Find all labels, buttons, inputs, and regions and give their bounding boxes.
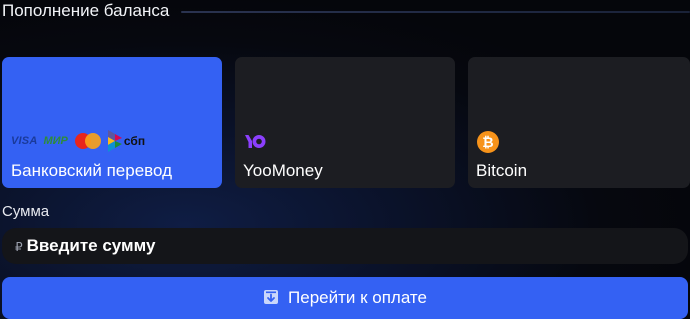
visa-logo: VISA <box>11 135 38 147</box>
payment-method-bitcoin[interactable]: ₿ Bitcoin <box>468 57 690 188</box>
sbp-logo: сбп <box>107 130 145 152</box>
yoomoney-icon <box>243 130 267 154</box>
payment-method-label: Bitcoin <box>476 161 528 180</box>
download-icon <box>264 290 279 304</box>
payment-method-bank-transfer[interactable]: VISA МИР сбп Банковский перевод <box>2 57 222 188</box>
ruble-icon: ₽ <box>15 240 23 254</box>
svg-text:₿: ₿ <box>482 134 493 150</box>
mir-logo: МИР <box>43 135 68 147</box>
bitcoin-icon: ₿ <box>476 130 500 154</box>
mastercard-logo <box>74 132 103 150</box>
pay-button[interactable]: Перейти к оплате <box>2 277 688 319</box>
amount-field[interactable]: ₽ <box>2 228 688 264</box>
payment-methods: VISA МИР сбп Банковский перевод YooMoney… <box>2 57 690 188</box>
payment-method-label: Банковский перевод <box>11 161 172 180</box>
pay-button-label: Перейти к оплате <box>288 288 427 307</box>
amount-label: Сумма <box>2 203 50 220</box>
bank-logos: VISA МИР сбп <box>11 129 145 153</box>
section-header: Пополнение баланса <box>0 0 690 22</box>
title-divider <box>181 11 690 13</box>
page-title: Пополнение баланса <box>2 1 170 20</box>
sbp-icon <box>107 130 122 152</box>
payment-method-yoomoney[interactable]: YooMoney <box>235 57 455 188</box>
payment-method-label: YooMoney <box>243 161 323 180</box>
amount-input[interactable] <box>26 236 627 256</box>
